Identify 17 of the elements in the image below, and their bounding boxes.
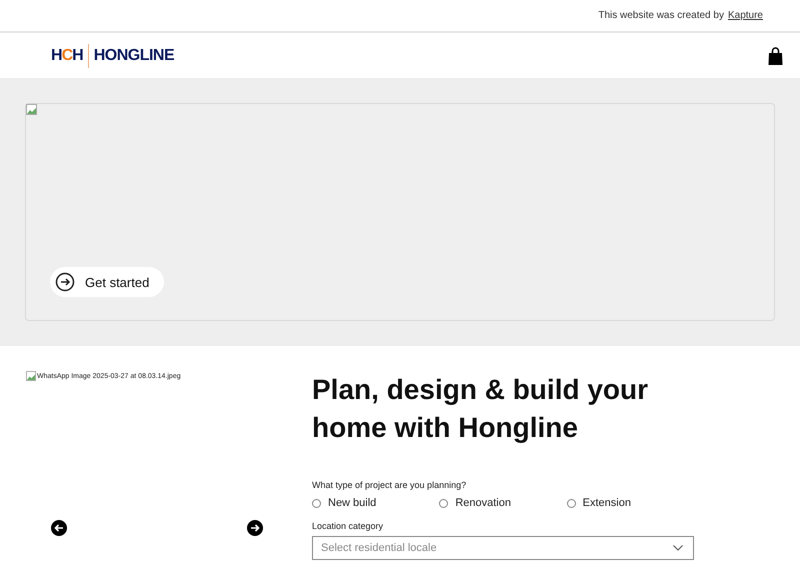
kapture-link[interactable]: Kapture	[728, 10, 763, 21]
project-type-radio[interactable]: Extension	[566, 497, 694, 509]
broken-image-icon	[26, 371, 36, 381]
location-select[interactable]: Select residential locale	[312, 536, 694, 560]
logo-mark[interactable]: HCH	[51, 46, 83, 64]
location-label: Location category	[312, 521, 384, 531]
form-title: Plan, design & build your home with Hongline	[312, 373, 650, 445]
project-type-radio[interactable]: Renovation	[439, 497, 567, 509]
question-label: What type of project are you planning?	[312, 480, 468, 490]
credit-text: This website was created by	[598, 10, 724, 21]
get-started-button[interactable]: Get started	[50, 267, 164, 297]
brand-name[interactable]: HONGLINE	[94, 46, 174, 64]
project-type-radio[interactable]: New build	[312, 497, 440, 509]
shopping-bag-icon[interactable]	[768, 46, 783, 64]
arrow-circle-icon	[55, 272, 75, 292]
broken-image-icon	[26, 104, 37, 115]
chevron-down-icon	[673, 545, 683, 551]
